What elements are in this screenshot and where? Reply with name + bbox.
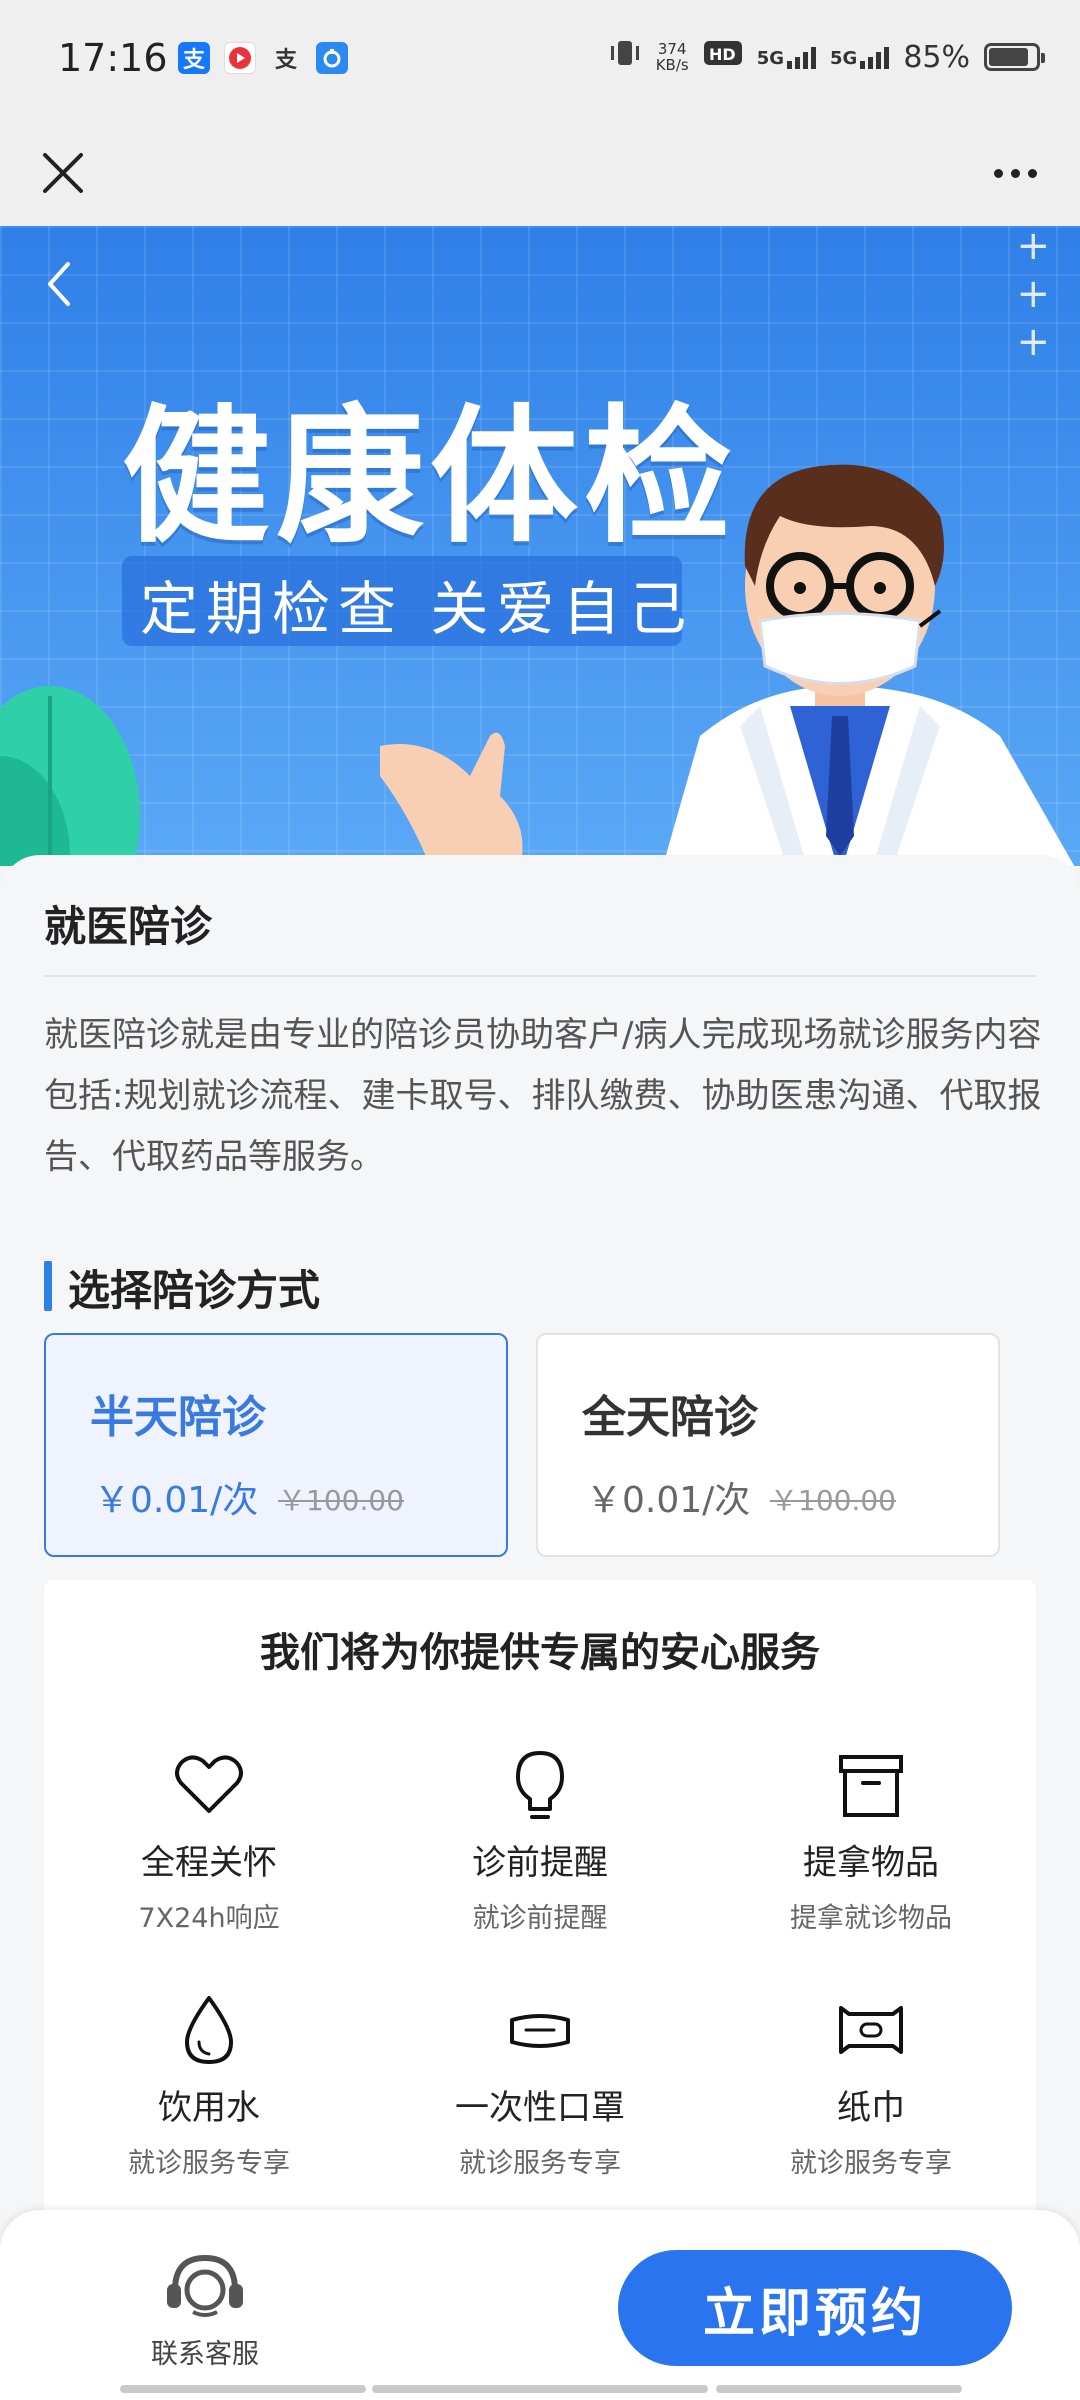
option-title: 半天陪诊 bbox=[90, 1392, 266, 1443]
hd-icon: HD bbox=[703, 38, 743, 76]
heart-icon bbox=[175, 1755, 243, 1813]
customer-service-button[interactable]: 联系客服 bbox=[120, 2250, 290, 2370]
water-drop-icon bbox=[185, 1996, 233, 2064]
close-button[interactable] bbox=[28, 138, 98, 208]
lightbulb-icon bbox=[516, 1751, 564, 1819]
hand-illustration bbox=[380, 732, 523, 866]
back-button[interactable] bbox=[40, 256, 100, 326]
video-app-icon bbox=[224, 42, 256, 74]
service-item: 全程关怀 7X24h响应 bbox=[44, 1745, 374, 1935]
battery-icon bbox=[984, 43, 1045, 71]
svg-text:HD: HD bbox=[709, 45, 736, 64]
close-icon bbox=[43, 153, 83, 193]
intro-description: 就医陪诊就是由专业的陪诊员协助客户/病人完成现场就诊服务内容包括:规划就诊流程、… bbox=[44, 1015, 1042, 1177]
battery-fill bbox=[989, 48, 1029, 66]
net-speed: 374 KB/s bbox=[655, 40, 689, 74]
option-full-day[interactable]: 全天陪诊 ￥0.01/次 ￥100.00 bbox=[536, 1333, 1000, 1557]
service-item: 一次性口罩 就诊服务专享 bbox=[375, 1990, 705, 2180]
service-item: 纸巾 就诊服务专享 bbox=[706, 1990, 1036, 2180]
service-item: 诊前提醒 就诊前提醒 bbox=[375, 1745, 705, 1935]
book-now-button[interactable]: 立即预约 bbox=[618, 2250, 1012, 2366]
service-desc: 7X24h响应 bbox=[138, 1903, 280, 1934]
top-nav bbox=[0, 120, 1080, 226]
services-panel: 我们将为你提供专属的安心服务 全程关怀 7X24h响应 诊前提醒 就诊前提醒 提… bbox=[44, 1580, 1036, 2220]
health-checkup-banner: + + + 健康体检 定期检查 关爱自己 bbox=[0, 226, 1080, 866]
headset-icon bbox=[167, 2254, 243, 2317]
service-desc: 就诊服务专享 bbox=[128, 2148, 290, 2179]
service-item: 提拿物品 提拿就诊物品 bbox=[706, 1745, 1036, 1935]
option-price: ￥0.01/次 bbox=[94, 1480, 259, 1521]
choose-title: 选择陪诊方式 bbox=[68, 1266, 321, 1315]
notification-icons: 支 支 bbox=[178, 42, 348, 74]
bottom-action-bar: 联系客服 立即预约 bbox=[0, 2210, 1080, 2400]
signal-1: 5G bbox=[757, 45, 816, 69]
plus-decoration-icon: + bbox=[1016, 271, 1050, 317]
intro-title: 就医陪诊 bbox=[44, 902, 213, 951]
chevron-left-icon bbox=[48, 262, 70, 306]
tissue-icon bbox=[839, 2006, 903, 2054]
option-title: 全天陪诊 bbox=[582, 1392, 758, 1443]
service-item: 饮用水 就诊服务专享 bbox=[44, 1990, 374, 2180]
service-desc: 就诊前提醒 bbox=[472, 1903, 608, 1934]
service-desc: 就诊服务专享 bbox=[790, 2148, 952, 2179]
mask-icon bbox=[510, 2014, 570, 2048]
customer-service-label: 联系客服 bbox=[151, 2339, 259, 2370]
alipay-outline-icon: 支 bbox=[274, 48, 297, 73]
service-name: 诊前提醒 bbox=[472, 1843, 608, 1883]
service-desc: 提拿就诊物品 bbox=[790, 1903, 952, 1934]
signal-2: 5G bbox=[830, 45, 890, 69]
status-indicators: 374 KB/s HD 5G 5G 85% bbox=[608, 38, 1045, 76]
more-button[interactable] bbox=[980, 138, 1050, 208]
option-price: ￥0.01/次 bbox=[586, 1480, 751, 1521]
alipay-icon: 支 bbox=[178, 42, 210, 74]
option-half-day[interactable]: 半天陪诊 ￥0.01/次 ￥100.00 bbox=[44, 1333, 508, 1557]
service-name: 提拿物品 bbox=[803, 1843, 939, 1883]
plus-decoration-icon: + bbox=[1016, 319, 1050, 365]
option-original-price: ￥100.00 bbox=[278, 1484, 404, 1517]
services-title: 我们将为你提供专属的安心服务 bbox=[260, 1630, 820, 1676]
divider bbox=[44, 975, 1036, 977]
gesture-bar bbox=[716, 2385, 962, 2393]
box-icon bbox=[839, 1755, 903, 1817]
service-name: 饮用水 bbox=[158, 2088, 260, 2128]
status-time: 17:16 bbox=[58, 36, 168, 80]
signal-bars-icon bbox=[860, 45, 890, 69]
banner-subtitle: 定期检查 关爱自己 bbox=[140, 575, 695, 643]
section-accent-bar bbox=[44, 1261, 52, 1311]
more-icon bbox=[993, 168, 1003, 178]
service-desc: 就诊服务专享 bbox=[459, 2148, 621, 2179]
plus-decoration-icon: + bbox=[1016, 226, 1050, 269]
service-name: 一次性口罩 bbox=[455, 2088, 625, 2128]
content-card: 就医陪诊 就医陪诊就是由专业的陪诊员协助客户/病人完成现场就诊服务内容包括:规划… bbox=[0, 855, 1080, 2220]
plant-illustration bbox=[0, 686, 140, 866]
status-bar: 17:16 支 支 374 KB/s HD 5G 5G 85% bbox=[0, 0, 1080, 120]
option-original-price: ￥100.00 bbox=[770, 1484, 896, 1517]
battery-percent: 85% bbox=[903, 39, 970, 75]
gesture-bar bbox=[372, 2385, 708, 2393]
service-name: 全程关怀 bbox=[141, 1843, 277, 1883]
vibrate-icon bbox=[608, 38, 642, 76]
service-name: 纸巾 bbox=[837, 2088, 905, 2128]
signal-bars-icon bbox=[787, 45, 816, 69]
gesture-bar bbox=[120, 2385, 366, 2393]
doctor-illustration bbox=[662, 464, 1075, 866]
calendar-app-icon bbox=[316, 42, 348, 74]
